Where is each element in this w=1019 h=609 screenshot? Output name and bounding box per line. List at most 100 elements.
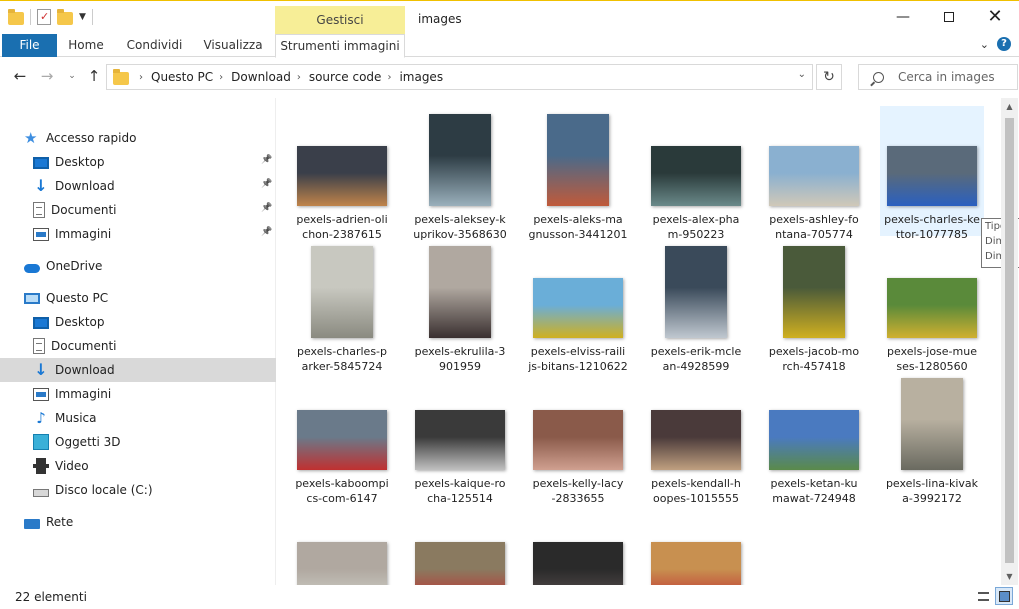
sidebar-item-desktop[interactable]: Desktop 📌 [0,150,276,174]
sidebar-item-musica[interactable]: ♪ Musica [0,406,276,430]
image-thumbnail [901,378,963,470]
file-item[interactable]: pexels-ashley-fo ntana-705774 [762,106,866,241]
sidebar-item-download[interactable]: ↓ Download [0,358,276,382]
download-icon: ↓ [34,360,48,379]
tab-view[interactable]: Visualizza [198,34,268,57]
sidebar-item-documenti[interactable]: Documenti 📌 [0,198,276,222]
file-item[interactable]: pexels-kelly-lacy -2833655 [526,370,630,505]
sidebar-item-documenti[interactable]: Documenti [0,334,276,358]
breadcrumb-download[interactable]: Download [231,70,291,84]
file-item[interactable]: pexels-jacob-mo rch-457418 [762,238,866,373]
breadcrumb-images[interactable]: images [399,70,443,84]
pin-icon[interactable]: 📌 [261,227,272,237]
recent-locations-button[interactable]: ⌄ [62,71,82,81]
file-item[interactable]: pexels-erik-mcle an-4928599 [644,238,748,373]
sidebar-item-label: Oggetti 3D [55,435,121,449]
desktop-icon [33,157,49,169]
breadcrumb-source-code[interactable]: source code [309,70,382,84]
help-icon[interactable]: ? [997,37,1011,51]
folder-icon[interactable] [8,8,24,25]
file-item[interactable]: pexels-kaique-ro cha-125514 [408,370,512,505]
file-item[interactable] [290,502,394,585]
chevron-right-icon[interactable]: › [139,72,143,83]
tab-share[interactable]: Condividi [122,34,187,57]
sidebar-item-label: Questo PC [46,291,109,305]
sidebar-item-label: Documenti [51,203,117,217]
file-item[interactable] [526,502,630,585]
address-dropdown-icon[interactable]: ⌄ [798,69,806,80]
file-item[interactable]: pexels-ketan-ku mawat-724948 [762,370,866,505]
back-button[interactable]: ← [10,67,30,85]
large-icons-view-button[interactable] [995,587,1013,605]
chevron-right-icon[interactable]: › [387,72,391,83]
file-item[interactable]: pexels-elviss-raili js-bitans-1210622 [526,238,630,373]
sidebar-item-questo-pc[interactable]: Questo PC [0,286,276,310]
up-button[interactable]: ↑ [84,67,104,85]
file-item[interactable]: pexels-aleksey-k uprikov-3568630 [408,106,512,241]
pin-icon[interactable]: 📌 [261,155,272,165]
minimize-button[interactable]: — [880,1,926,33]
scrollbar-thumb[interactable] [1005,118,1014,563]
file-item[interactable]: pexels-aleks-ma gnusson-3441201 [526,106,630,241]
file-item[interactable]: pexels-alex-pha m-950223 [644,106,748,241]
file-name-line: pexels-ketan-ku [770,477,858,490]
chevron-right-icon[interactable]: › [219,72,223,83]
file-item[interactable]: pexels-charles-ke ttor-1077785 [880,106,984,241]
file-name-line: mawat-724948 [772,492,856,505]
customize-toolbar-icon[interactable]: ▼ [79,12,86,22]
chevron-right-icon[interactable]: › [297,72,301,83]
search-box[interactable] [858,64,1018,90]
tab-home[interactable]: Home [60,34,112,57]
pin-icon[interactable]: 📌 [261,179,272,189]
file-name-line: pexels-aleksey-k [414,213,506,226]
image-thumbnail [429,114,491,206]
sidebar-item-desktop[interactable]: Desktop [0,310,276,334]
sidebar-item-accesso-rapido[interactable]: ★ Accesso rapido [0,126,276,150]
separator [91,9,93,25]
sidebar-item-oggetti-3d[interactable]: Oggetti 3D [0,430,276,454]
image-thumbnail [651,146,741,206]
file-item[interactable]: pexels-adrien-oli chon-2387615 [290,106,394,241]
file-name-line: pexels-kaboompi [295,477,389,490]
forward-button[interactable]: → [37,67,57,85]
pin-icon[interactable]: 📌 [261,203,272,213]
sidebar-item-download[interactable]: ↓ Download 📌 [0,174,276,198]
details-view-button[interactable] [974,587,992,605]
file-item[interactable]: pexels-charles-p arker-5845724 [290,238,394,373]
tab-file[interactable]: File [2,34,57,57]
sidebar-item-disco-locale-c[interactable]: Disco locale (C:) [0,478,276,502]
large-icons-view-icon [999,591,1010,602]
sidebar-item-onedrive[interactable]: OneDrive [0,254,276,278]
refresh-button[interactable]: ↻ [816,64,842,90]
sidebar-item-rete[interactable]: Rete [0,510,276,534]
properties-icon[interactable] [37,9,51,25]
sidebar-item-label: OneDrive [46,259,103,273]
vertical-scrollbar[interactable]: ▲ ▼ [1001,98,1018,585]
new-folder-icon[interactable] [57,8,73,25]
search-input[interactable] [898,70,1008,84]
file-item[interactable]: pexels-ekrulila-3 901959 [408,238,512,373]
address-bar[interactable]: › Questo PC › Download › source code › i… [106,64,813,90]
scroll-up-icon[interactable]: ▲ [1001,98,1018,115]
sidebar-item-label: Musica [55,411,97,425]
separator [30,9,31,25]
maximize-button[interactable] [926,1,972,33]
image-thumbnail [311,246,373,338]
expand-ribbon-icon[interactable]: ⌄ [980,38,989,51]
file-item[interactable]: pexels-kendall-h oopes-1015555 [644,370,748,505]
file-name-line: pexels-kaique-ro [414,477,506,490]
tab-picture-tools[interactable]: Strumenti immagini [275,34,405,58]
close-button[interactable]: ✕ [972,1,1018,33]
scroll-down-icon[interactable]: ▼ [1001,568,1018,585]
sidebar-item-video[interactable]: Video [0,454,276,478]
sidebar-item-immagini[interactable]: Immagini [0,382,276,406]
file-item[interactable] [408,502,512,585]
file-item[interactable]: pexels-kaboompi cs-com-6147 [290,370,394,505]
image-thumbnail [533,410,623,470]
breadcrumb-this-pc[interactable]: Questo PC [151,70,213,84]
sidebar-item-label: Accesso rapido [46,131,137,145]
file-item[interactable] [644,502,748,585]
file-item[interactable]: pexels-lina-kivak a-3992172 [880,370,984,505]
sidebar-item-immagini[interactable]: Immagini 📌 [0,222,276,246]
file-item[interactable]: pexels-jose-mue ses-1280560 [880,238,984,373]
